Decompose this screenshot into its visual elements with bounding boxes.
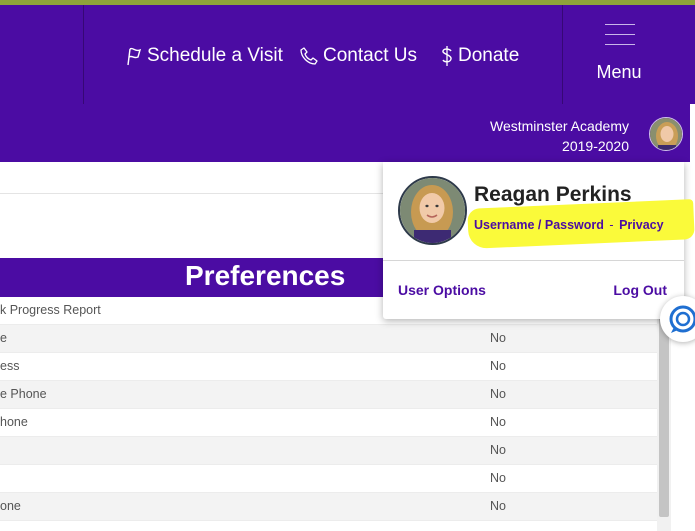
preferences-table: k Progress Report e No ess No e Phone No…	[0, 297, 657, 521]
row-label: ess	[0, 359, 20, 373]
table-row: one No	[0, 493, 657, 521]
nav-divider	[83, 5, 84, 104]
row-label: e Phone	[0, 387, 47, 401]
row-value: No	[490, 471, 506, 485]
scrollbar-thumb[interactable]	[659, 317, 669, 517]
chat-icon	[669, 305, 695, 333]
schedule-visit-label: Schedule a Visit	[147, 45, 283, 66]
user-menu-popup: Reagan Perkins Username / Password - Pri…	[383, 162, 695, 319]
menu-button[interactable]: Menu	[590, 22, 648, 86]
user-avatar-button[interactable]	[649, 117, 683, 151]
dollar-icon	[442, 46, 452, 66]
phone-icon	[300, 47, 318, 65]
preferences-title: Preferences	[185, 260, 346, 291]
hamburger-icon	[605, 24, 635, 54]
avatar	[400, 178, 465, 243]
table-row: No	[0, 465, 657, 493]
popup-divider	[383, 260, 684, 261]
table-row: No	[0, 437, 657, 465]
school-name: Westminster Academy	[489, 118, 629, 134]
username-password-link[interactable]: Username / Password	[474, 218, 604, 232]
row-label: e	[0, 331, 7, 345]
user-options-link[interactable]: User Options	[398, 282, 486, 298]
contact-us-link[interactable]: Contact Us	[299, 44, 417, 68]
link-separator: -	[609, 218, 614, 232]
nav-divider	[562, 5, 563, 104]
contact-us-label: Contact Us	[323, 45, 417, 66]
row-value: No	[490, 415, 506, 429]
school-info: Westminster Academy 2019-2020	[490, 116, 629, 156]
content-panel	[0, 193, 383, 255]
donate-label: Donate	[458, 45, 520, 66]
row-value: No	[490, 359, 506, 373]
table-row: ess No	[0, 353, 657, 381]
flag-icon	[127, 47, 142, 66]
row-value: No	[490, 443, 506, 457]
chat-button[interactable]	[660, 296, 695, 342]
user-avatar-large	[398, 176, 467, 245]
row-value: No	[490, 331, 506, 345]
row-value: No	[490, 499, 506, 513]
menu-label: Menu	[596, 62, 642, 82]
row-label: one	[0, 499, 21, 513]
log-out-link[interactable]: Log Out	[613, 282, 667, 298]
row-label: k Progress Report	[0, 303, 101, 317]
privacy-link[interactable]: Privacy	[619, 218, 663, 232]
account-links: Username / Password - Privacy	[474, 218, 664, 232]
donate-link[interactable]: Donate	[440, 44, 519, 68]
schedule-visit-link[interactable]: Schedule a Visit	[125, 44, 283, 68]
row-label: hone	[0, 415, 28, 429]
table-row: hone No	[0, 409, 657, 437]
table-row: e Phone No	[0, 381, 657, 409]
table-row: e No	[0, 325, 657, 353]
school-year: 2019-2020	[562, 138, 629, 154]
row-value: No	[490, 387, 506, 401]
